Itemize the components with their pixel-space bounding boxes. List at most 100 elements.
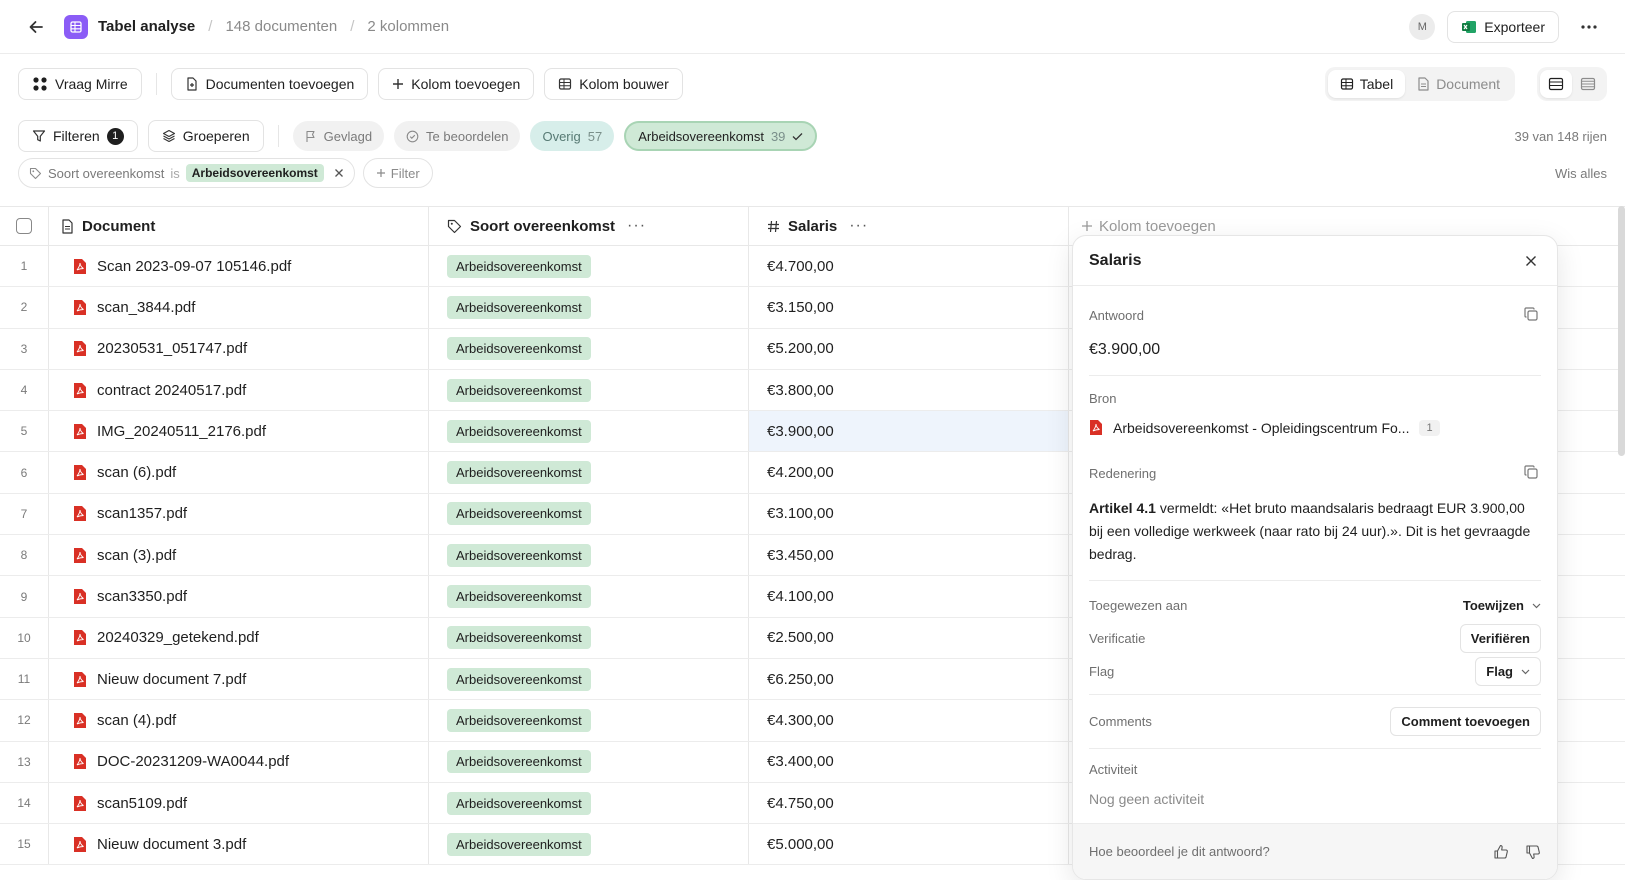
type-cell[interactable]: Arbeidsovereenkomst — [429, 535, 749, 576]
salary-cell[interactable]: €3.450,00 — [749, 535, 1069, 576]
column-menu-icon[interactable]: ··· — [849, 217, 868, 235]
document-cell[interactable]: DOC-20231209-WA0044.pdf — [49, 741, 429, 782]
document-cell[interactable]: scan_3844.pdf — [49, 287, 429, 328]
type-cell[interactable]: Arbeidsovereenkomst — [429, 700, 749, 741]
other-pill[interactable]: Overig 57 — [530, 121, 615, 151]
type-cell[interactable]: Arbeidsovereenkomst — [429, 246, 749, 287]
type-cell[interactable]: Arbeidsovereenkomst — [429, 452, 749, 493]
column-header-salary[interactable]: Salaris ··· — [749, 207, 1069, 245]
tab-table-view[interactable]: Tabel — [1327, 70, 1406, 98]
layout-rows-icon[interactable] — [1572, 70, 1604, 98]
type-tag: Arbeidsovereenkomst — [447, 626, 591, 650]
filter-button[interactable]: Filteren 1 — [18, 120, 138, 152]
type-cell[interactable]: Arbeidsovereenkomst — [429, 369, 749, 411]
more-options-icon[interactable] — [1575, 13, 1603, 41]
salary-cell[interactable]: €4.750,00 — [749, 782, 1069, 824]
add-documents-button[interactable]: Documenten toevoegen — [170, 68, 369, 100]
document-cell[interactable]: 20240329_getekend.pdf — [49, 617, 429, 658]
verify-button[interactable]: Verifiëren — [1459, 624, 1541, 653]
select-all-checkbox[interactable] — [16, 218, 32, 234]
avatar[interactable]: M — [1409, 13, 1436, 40]
type-tag: Arbeidsovereenkomst — [447, 461, 591, 485]
export-button[interactable]: Exporteer — [1447, 10, 1559, 43]
table-scrollbar[interactable] — [1618, 206, 1625, 456]
back-arrow-icon[interactable] — [22, 13, 50, 41]
pdf-icon — [73, 382, 87, 399]
type-cell[interactable]: Arbeidsovereenkomst — [429, 493, 749, 535]
salary-cell[interactable]: €3.100,00 — [749, 493, 1069, 535]
flag-label: Flag — [1089, 664, 1115, 679]
document-cell[interactable]: IMG_20240511_2176.pdf — [49, 411, 429, 452]
type-cell[interactable]: Arbeidsovereenkomst — [429, 782, 749, 824]
salary-cell[interactable]: €3.800,00 — [749, 369, 1069, 411]
copy-icon[interactable] — [1523, 464, 1541, 482]
row-number: 2 — [0, 287, 49, 328]
to-review-pill[interactable]: Te beoordelen — [394, 121, 521, 151]
salary-cell[interactable]: €3.900,00 — [749, 411, 1069, 452]
salary-cell[interactable]: €4.200,00 — [749, 452, 1069, 493]
document-cell[interactable]: scan5109.pdf — [49, 782, 429, 824]
add-column-header-label: Kolom toevoegen — [1099, 217, 1216, 235]
document-cell[interactable]: Nieuw document 3.pdf — [49, 824, 429, 865]
salary-cell[interactable]: €4.300,00 — [749, 700, 1069, 741]
type-cell[interactable]: Arbeidsovereenkomst — [429, 576, 749, 617]
document-cell[interactable]: 20230531_051747.pdf — [49, 328, 429, 369]
verification-row: Verificatie Verifiëren — [1089, 622, 1541, 655]
type-cell[interactable]: Arbeidsovereenkomst — [429, 328, 749, 369]
close-icon[interactable] — [334, 168, 344, 178]
flag-dropdown[interactable]: Flag — [1475, 657, 1541, 686]
salary-cell[interactable]: €5.000,00 — [749, 824, 1069, 865]
column-menu-icon[interactable]: ··· — [627, 217, 646, 235]
type-cell[interactable]: Arbeidsovereenkomst — [429, 617, 749, 658]
filter-chip-value: Arbeidsovereenkomst — [185, 164, 324, 182]
document-cell[interactable]: scan (6).pdf — [49, 452, 429, 493]
tab-document-label: Document — [1436, 76, 1500, 92]
copy-icon[interactable] — [1523, 306, 1541, 324]
type-cell[interactable]: Arbeidsovereenkomst — [429, 411, 749, 452]
tab-document-view[interactable]: Document — [1405, 70, 1512, 98]
add-column-button[interactable]: Kolom toevoegen — [378, 68, 535, 100]
type-cell[interactable]: Arbeidsovereenkomst — [429, 287, 749, 328]
column-builder-button[interactable]: Kolom bouwer — [544, 68, 683, 100]
column-header-type[interactable]: Soort overeenkomst ··· — [429, 207, 749, 245]
document-cell[interactable]: scan1357.pdf — [49, 493, 429, 535]
document-cell[interactable]: scan (3).pdf — [49, 535, 429, 576]
salary-cell[interactable]: €2.500,00 — [749, 617, 1069, 658]
source-link[interactable]: Arbeidsovereenkomst - Opleidingscentrum … — [1089, 419, 1541, 436]
close-icon[interactable] — [1521, 251, 1541, 271]
ask-mirre-button[interactable]: Vraag Mirre — [18, 68, 142, 100]
salary-cell[interactable]: €4.700,00 — [749, 246, 1069, 287]
thumbs-down-icon[interactable] — [1525, 844, 1541, 860]
ask-mirre-label: Vraag Mirre — [55, 76, 128, 92]
salary-cell[interactable]: €3.400,00 — [749, 741, 1069, 782]
column-header-document[interactable]: Document — [49, 207, 429, 245]
clear-all-link[interactable]: Wis alles — [1555, 166, 1607, 181]
assign-dropdown[interactable]: Toewijzen — [1463, 598, 1541, 613]
type-tag: Arbeidsovereenkomst — [447, 337, 591, 361]
tag-icon — [29, 167, 42, 180]
filter-chip[interactable]: Soort overeenkomst is Arbeidsovereenkoms… — [18, 158, 355, 188]
salary-cell[interactable]: €5.200,00 — [749, 328, 1069, 369]
group-button[interactable]: Groeperen — [147, 120, 264, 152]
add-comment-button[interactable]: Comment toevoegen — [1390, 707, 1541, 736]
type-cell[interactable]: Arbeidsovereenkomst — [429, 658, 749, 700]
hash-icon — [767, 220, 780, 233]
document-cell[interactable]: contract 20240517.pdf — [49, 369, 429, 411]
row-count: 39 van 148 rijen — [1514, 128, 1607, 144]
type-cell[interactable]: Arbeidsovereenkomst — [429, 741, 749, 782]
document-cell[interactable]: Nieuw document 7.pdf — [49, 658, 429, 700]
salary-cell[interactable]: €6.250,00 — [749, 658, 1069, 700]
salary-cell[interactable]: €4.100,00 — [749, 576, 1069, 617]
breadcrumb-separator: / — [350, 18, 355, 35]
salary-cell[interactable]: €3.150,00 — [749, 287, 1069, 328]
document-cell[interactable]: scan3350.pdf — [49, 576, 429, 617]
thumbs-up-icon[interactable] — [1493, 844, 1509, 860]
document-cell[interactable]: Scan 2023-09-07 105146.pdf — [49, 246, 429, 287]
contract-pill[interactable]: Arbeidsovereenkomst 39 — [624, 121, 818, 151]
layout-columns-icon[interactable] — [1540, 70, 1572, 98]
type-cell[interactable]: Arbeidsovereenkomst — [429, 824, 749, 865]
flagged-pill[interactable]: Gevlagd — [292, 121, 385, 151]
document-cell[interactable]: scan (4).pdf — [49, 700, 429, 741]
document-name: 20230531_051747.pdf — [97, 340, 248, 358]
add-filter-button[interactable]: Filter — [362, 158, 433, 188]
